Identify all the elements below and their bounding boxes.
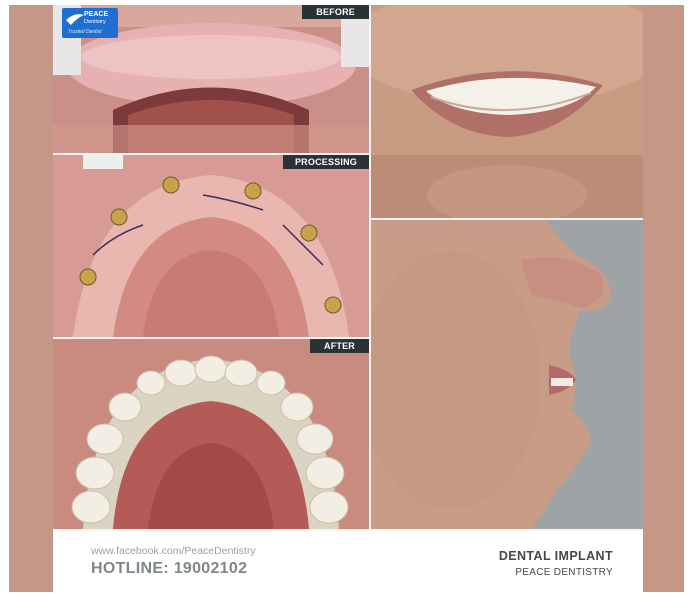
hotline-text: HOTLINE: 19002102 [91, 560, 248, 577]
after-label: AFTER [310, 339, 369, 353]
footer-subtitle: PEACE DENTISTRY [515, 567, 613, 578]
after-photo: AFTER [53, 339, 369, 529]
right-border [638, 5, 684, 592]
frame: PEACE Dentistry Trusted Dentist BEFORE P… [0, 0, 693, 597]
footer-title: DENTAL IMPLANT [498, 549, 613, 563]
collage-card: PEACE Dentistry Trusted Dentist BEFORE P… [53, 5, 643, 592]
processing-label: PROCESSING [282, 155, 369, 169]
profile-photo [371, 220, 643, 529]
tooth-logo-icon [66, 14, 84, 25]
before-photo: PEACE Dentistry Trusted Dentist BEFORE [53, 5, 369, 153]
logo-text-dentistry: Dentistry [84, 19, 106, 25]
left-border [9, 5, 53, 592]
logo-text-peace: PEACE [84, 11, 109, 18]
smile-photo [371, 5, 643, 218]
brand-logo: PEACE Dentistry Trusted Dentist [62, 8, 118, 38]
logo-tagline: Trusted Dentist [68, 29, 102, 35]
facebook-url: www.facebook.com/PeaceDentistry [91, 545, 256, 557]
processing-photo: PROCESSING [53, 155, 369, 337]
before-label: BEFORE [302, 5, 369, 19]
footer-banner: www.facebook.com/PeaceDentistry HOTLINE:… [53, 531, 643, 592]
